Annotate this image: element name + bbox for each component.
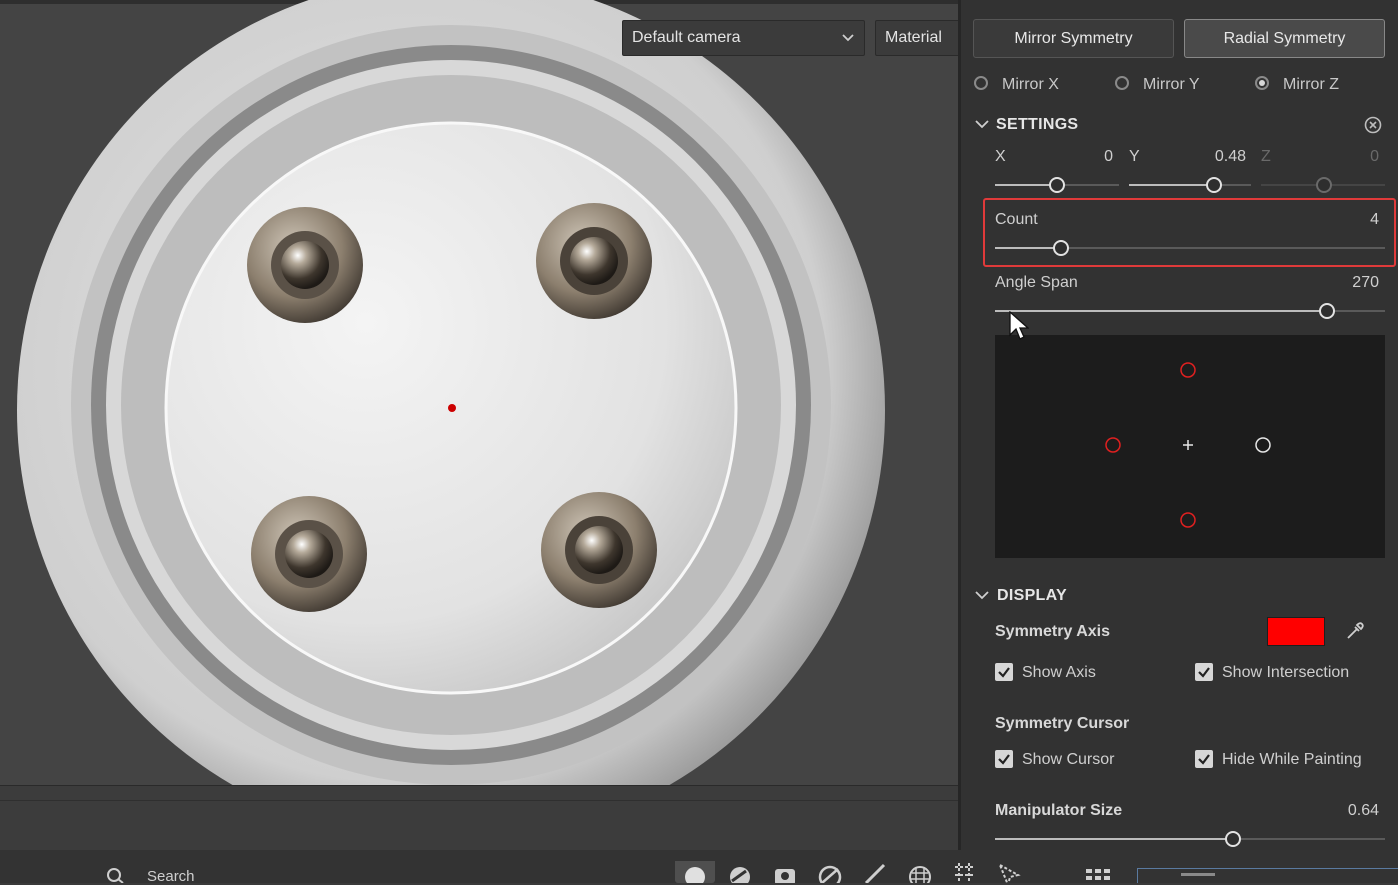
button-model-render[interactable] [0,0,958,785]
symmetry-center-point [448,404,456,412]
stud-top-left [247,207,363,323]
position-z-slider-knob [1316,177,1332,193]
sphere-brush-icon[interactable] [675,861,715,883]
camera-dropdown-label: Default camera [632,29,741,46]
angle-span-value[interactable]: 270 [1310,274,1379,292]
position-z-label: Z [1261,148,1271,165]
preview-point-top [1180,362,1196,378]
selection-icon[interactable] [996,861,1024,883]
radial-preview-diagram [1105,362,1271,528]
angle-span-slider-knob[interactable] [1318,303,1335,319]
manipulator-size-slider-knob[interactable] [1224,831,1241,847]
show-cursor-checkbox-box[interactable] [995,750,1013,768]
radio-mirror-y-indicator[interactable] [1115,76,1129,90]
angle-span-label: Angle Span [995,274,1078,291]
uv-grid-icon[interactable] [951,861,979,883]
preview-point-left [1105,437,1121,453]
preview-point-right [1255,437,1271,453]
count-label: Count [995,211,1038,228]
position-y-slider[interactable] [1129,177,1251,193]
symmetry-axis-label: Symmetry Axis [995,623,1111,640]
stud-bottom-right [541,492,657,608]
timeline-bar [0,785,958,851]
angle-span-slider[interactable] [995,303,1385,319]
position-y-value[interactable]: 0.48 [1190,148,1246,166]
show-axis-checkbox-box[interactable] [995,663,1013,681]
count-slider[interactable] [995,240,1385,256]
radio-mirror-x-indicator[interactable] [974,76,988,90]
stud-top-right [536,203,652,319]
radio-mirror-y-label: Mirror Y [1143,76,1200,93]
hide-while-painting-label: Hide While Painting [1222,751,1362,768]
eyedropper-icon[interactable] [1344,620,1366,642]
position-x-slider-knob[interactable] [1049,177,1065,193]
count-highlight-frame [983,198,1396,267]
count-value[interactable]: 4 [1330,211,1379,229]
manipulator-size-value[interactable]: 0.64 [1310,802,1379,820]
show-intersection-checkbox-box[interactable] [1195,663,1213,681]
chevron-down-icon [842,34,854,42]
settings-section-title[interactable]: SETTINGS [996,116,1078,134]
material-dropdown-label: Material [885,29,942,46]
preview-center-cross [1183,440,1193,450]
toolbar-slider-area[interactable] [1137,868,1398,883]
radio-mirror-z-indicator[interactable] [1255,76,1269,90]
position-x-slider[interactable] [995,177,1119,193]
material-dropdown[interactable]: Material [875,20,958,56]
pattern-icon[interactable] [906,861,934,883]
reset-icon[interactable] [1363,115,1383,135]
camera-dropdown[interactable]: Default camera [622,20,865,56]
symmetry-cursor-label: Symmetry Cursor [995,715,1130,732]
mouse-pointer-icon [1009,311,1029,340]
hide-while-painting-checkbox-box[interactable] [1195,750,1213,768]
position-x-label: X [995,148,1006,165]
manipulator-size-slider[interactable] [995,831,1385,847]
symmetry-axis-color-swatch[interactable] [1267,617,1325,646]
show-intersection-label: Show Intersection [1222,664,1350,681]
chevron-down-icon[interactable] [974,116,990,132]
tab-mirror-symmetry[interactable]: Mirror Symmetry [973,19,1174,58]
position-x-value[interactable]: 0 [1060,148,1113,166]
check-icon [998,754,1010,765]
grid-view-icon[interactable] [1084,861,1112,883]
radio-mirror-z-label: Mirror Z [1283,76,1339,93]
3d-viewport[interactable]: Default camera Material [0,0,958,785]
manipulator-size-label: Manipulator Size [995,802,1123,819]
paint-brush-icon[interactable] [726,861,754,883]
radial-preview[interactable] [995,335,1385,558]
tab-radial-symmetry[interactable]: Radial Symmetry [1184,19,1385,58]
radio-mirror-x-label: Mirror X [1002,76,1059,93]
preview-point-bottom [1180,512,1196,528]
chevron-down-icon[interactable] [974,587,990,603]
display-section-title[interactable]: DISPLAY [997,587,1067,605]
timeline-divider [0,800,958,801]
show-cursor-label: Show Cursor [1022,751,1115,768]
toolbar-slider-handle[interactable] [1181,873,1215,876]
check-icon [1198,667,1210,678]
fill-icon[interactable] [771,861,799,883]
check-icon [1198,754,1210,765]
search-label[interactable]: Search [147,868,195,885]
show-axis-label: Show Axis [1022,664,1096,681]
position-y-slider-knob[interactable] [1206,177,1222,193]
smudge-icon[interactable] [816,861,844,883]
position-y-label: Y [1129,148,1140,165]
stud-bottom-left [251,496,367,612]
brush-tool-icon[interactable] [862,861,890,883]
check-icon [998,667,1010,678]
position-z-value: 0 [1370,148,1379,165]
search-icon[interactable] [104,867,126,883]
position-z-slider [1261,177,1385,193]
